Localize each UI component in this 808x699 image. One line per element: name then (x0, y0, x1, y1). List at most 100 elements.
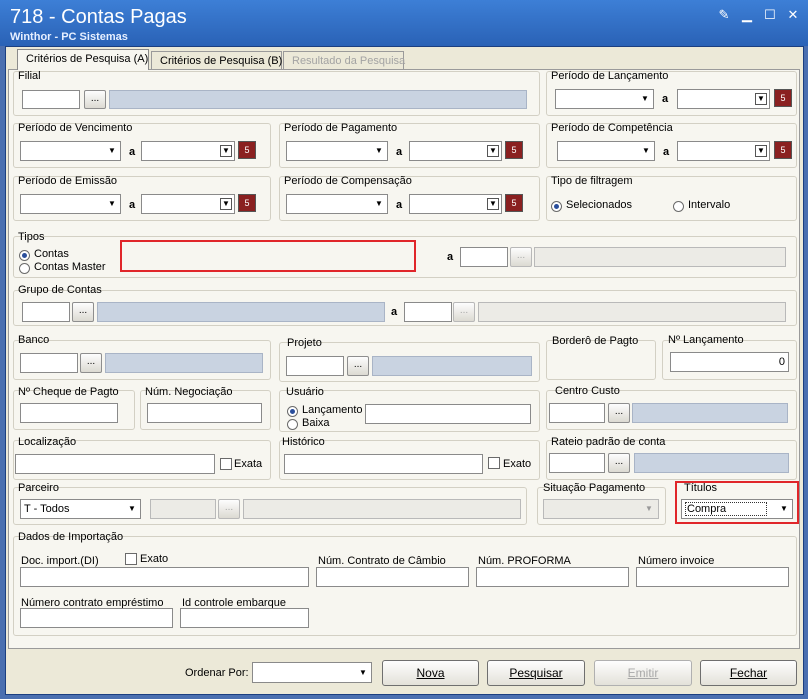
a-label: a (396, 199, 403, 211)
localizacao-label: Localização (18, 436, 77, 448)
dropdown-arrow-icon[interactable]: ▼ (487, 145, 499, 157)
grupo-contas-de-input[interactable] (22, 302, 70, 322)
titulos-select[interactable]: Compra ▼ (681, 499, 793, 519)
lancamento-ate-date[interactable]: ▼ (677, 89, 770, 109)
calendar-icon[interactable]: 5 (505, 194, 523, 212)
n-cheque-input[interactable] (20, 403, 118, 423)
historico-exato-checkbox[interactable] (488, 457, 500, 469)
vencimento-ate-date[interactable]: ▼ (141, 141, 235, 161)
doc-import-input[interactable] (20, 567, 309, 587)
parceiro-lookup-button[interactable]: ... (218, 499, 240, 519)
dropdown-arrow-icon[interactable]: ▼ (220, 198, 232, 210)
emitir-label: Emitir (627, 666, 659, 680)
edit-icon[interactable]: ✎ (715, 7, 733, 23)
calendar-icon[interactable]: 5 (774, 89, 792, 107)
minimize-icon[interactable]: ▁ (738, 7, 756, 23)
dropdown-arrow-icon[interactable]: ▼ (374, 146, 384, 156)
historico-label: Histórico (282, 436, 325, 448)
restore-icon[interactable]: ☐ (761, 7, 779, 23)
grupo-contas-ate-input[interactable] (404, 302, 452, 322)
projeto-input[interactable] (286, 356, 344, 376)
num-proforma-input[interactable] (476, 567, 629, 587)
localizacao-exata-checkbox[interactable] (220, 458, 232, 470)
calendar-icon[interactable]: 5 (774, 141, 792, 159)
dropdown-arrow-icon[interactable]: ▼ (755, 145, 767, 157)
pagamento-de-date[interactable]: ▼ (286, 141, 388, 161)
filial-label: Filial (18, 70, 41, 82)
num-proforma-label: Núm. PROFORMA (478, 555, 571, 567)
vencimento-de-date[interactable]: ▼ (20, 141, 121, 161)
fechar-button[interactable]: Fechar (700, 660, 797, 686)
num-contrato-cambio-input[interactable] (316, 567, 469, 587)
localizacao-input[interactable] (15, 454, 215, 474)
id-controle-embarque-input[interactable] (180, 608, 309, 628)
contas-radio[interactable] (19, 250, 30, 261)
close-icon[interactable]: ✕ (784, 7, 802, 23)
competencia-de-date[interactable]: ▼ (557, 141, 655, 161)
numero-contrato-emprestimo-input[interactable] (20, 608, 173, 628)
centro-custo-lookup-button[interactable]: ... (608, 403, 630, 423)
tipos-ate-input[interactable] (460, 247, 508, 267)
n-lancamento-input[interactable]: 0 (670, 352, 789, 372)
numero-invoice-label: Número invoice (638, 555, 715, 567)
dropdown-arrow-icon[interactable]: ▼ (374, 199, 384, 209)
rateio-lookup-button[interactable]: ... (608, 453, 630, 473)
filial-input[interactable] (22, 90, 80, 109)
dropdown-arrow-icon[interactable]: ▼ (220, 145, 232, 157)
periodo-compensacao-label: Período de Compensação (284, 175, 412, 187)
lancamento-de-date[interactable]: ▼ (555, 89, 654, 109)
filial-description (109, 90, 527, 109)
emissao-ate-date[interactable]: ▼ (141, 194, 235, 214)
intervalo-radio[interactable] (673, 201, 684, 212)
lancamento-radio[interactable] (287, 406, 298, 417)
contas-master-radio[interactable] (19, 263, 30, 274)
compensacao-de-date[interactable]: ▼ (286, 194, 388, 214)
pesquisar-button[interactable]: Pesquisar (487, 660, 585, 686)
calendar-icon[interactable]: 5 (238, 194, 256, 212)
grupo-contas-de-lookup-button[interactable]: ... (72, 302, 94, 322)
dados-importacao-label: Dados de Importação (18, 531, 124, 543)
rateio-description (634, 453, 789, 473)
dropdown-arrow-icon[interactable]: ▼ (641, 146, 651, 156)
pagamento-ate-date[interactable]: ▼ (409, 141, 502, 161)
tab-criterios-b[interactable]: Critérios de Pesquisa (B) (151, 51, 282, 70)
situacao-pagamento-select[interactable]: ▼ (543, 499, 659, 519)
centro-custo-input[interactable] (549, 403, 605, 423)
tipos-lookup-button[interactable]: ... (510, 247, 532, 267)
emitir-button[interactable]: Emitir (594, 660, 692, 686)
emissao-de-date[interactable]: ▼ (20, 194, 121, 214)
ordenar-por-select[interactable]: ▼ (252, 662, 372, 683)
window-subtitle: Winthor - PC Sistemas (10, 31, 128, 43)
dropdown-arrow-icon[interactable]: ▼ (779, 504, 789, 514)
tab-resultado[interactable]: Resultado da Pesquisa (283, 51, 405, 70)
n-lancamento-label: Nº Lançamento (668, 334, 744, 346)
dropdown-arrow-icon[interactable]: ▼ (644, 504, 654, 514)
banco-lookup-button[interactable]: ... (80, 353, 102, 373)
usuario-input[interactable] (365, 404, 531, 424)
rateio-input[interactable] (549, 453, 605, 473)
doc-import-exato-checkbox[interactable] (125, 553, 137, 565)
nova-button[interactable]: Nova (382, 660, 479, 686)
baixa-radio[interactable] (287, 419, 298, 430)
banco-input[interactable] (20, 353, 78, 373)
selecionados-radio[interactable] (551, 201, 562, 212)
calendar-icon[interactable]: 5 (505, 141, 523, 159)
dropdown-arrow-icon[interactable]: ▼ (640, 94, 650, 104)
dropdown-arrow-icon[interactable]: ▼ (358, 668, 368, 678)
num-negociacao-input[interactable] (147, 403, 262, 423)
parceiro-select[interactable]: T - Todos ▼ (20, 499, 141, 519)
projeto-lookup-button[interactable]: ... (347, 356, 369, 376)
competencia-ate-date[interactable]: ▼ (677, 141, 770, 161)
tab-criterios-a[interactable]: Critérios de Pesquisa (A) (17, 49, 149, 70)
dropdown-arrow-icon[interactable]: ▼ (127, 504, 137, 514)
grupo-contas-ate-lookup-button[interactable]: ... (453, 302, 475, 322)
numero-invoice-input[interactable] (636, 567, 789, 587)
calendar-icon[interactable]: 5 (238, 141, 256, 159)
historico-input[interactable] (284, 454, 483, 474)
filial-lookup-button[interactable]: ... (84, 90, 106, 109)
dropdown-arrow-icon[interactable]: ▼ (755, 93, 767, 105)
dropdown-arrow-icon[interactable]: ▼ (107, 199, 117, 209)
compensacao-ate-date[interactable]: ▼ (409, 194, 502, 214)
dropdown-arrow-icon[interactable]: ▼ (487, 198, 499, 210)
dropdown-arrow-icon[interactable]: ▼ (107, 146, 117, 156)
